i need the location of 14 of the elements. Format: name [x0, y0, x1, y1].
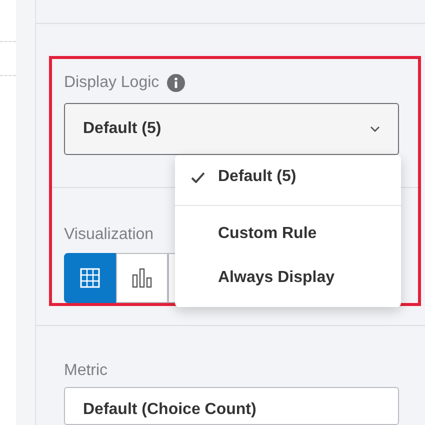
field-label: Display Logic [64, 72, 160, 93]
menu-item[interactable]: Default (5) [175, 155, 401, 199]
grid-icon [80, 268, 100, 288]
field-label: Visualization [64, 224, 154, 245]
info-icon[interactable] [167, 74, 186, 92]
field-label: Metric [64, 360, 109, 381]
metric-select[interactable]: Default (Choice Count) [64, 386, 399, 425]
menu-item[interactable]: Custom Rule [175, 212, 401, 256]
bar-chart-icon [131, 268, 153, 288]
visualization-option[interactable] [116, 252, 168, 303]
menu-item[interactable]: Always Display [175, 256, 401, 300]
visualization-option[interactable] [64, 252, 116, 303]
chevron-down-icon [370, 126, 380, 132]
display-logic-select[interactable]: Default (5) [64, 102, 399, 155]
